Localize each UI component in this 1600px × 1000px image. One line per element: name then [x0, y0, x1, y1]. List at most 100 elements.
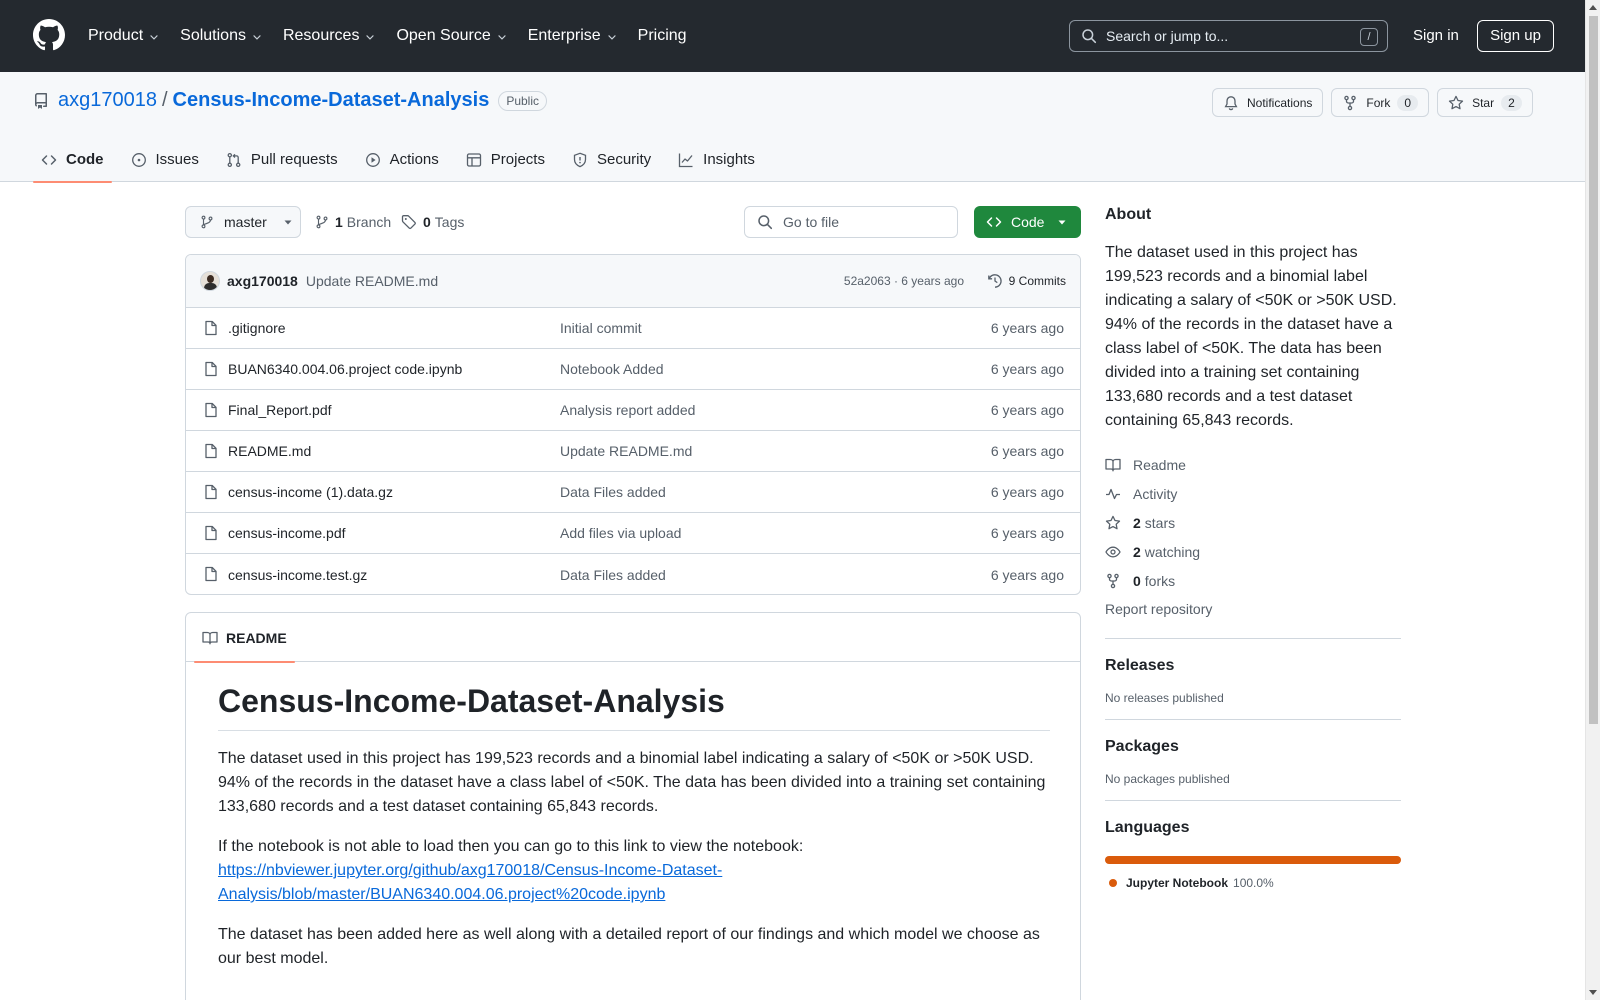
- fork-button[interactable]: Fork 0: [1331, 88, 1430, 117]
- code-dropdown-button[interactable]: Code: [974, 206, 1081, 238]
- tab-actions[interactable]: Actions: [357, 137, 447, 182]
- file-rows: .gitignore Initial commit 6 years ago BUAN6…: [186, 308, 1080, 594]
- nav-product[interactable]: Product: [88, 27, 160, 45]
- file-name[interactable]: Final_Report.pdf: [228, 402, 332, 418]
- file-row[interactable]: census-income (1).data.gz Data Files adde…: [186, 472, 1080, 513]
- search-placeholder: Search or jump to...: [1106, 28, 1229, 44]
- scrollbar-thumb[interactable]: [1589, 16, 1598, 724]
- tab-projects[interactable]: Projects: [458, 137, 553, 182]
- readme-link[interactable]: Readme: [1105, 450, 1401, 479]
- watching-count: 2: [1133, 543, 1141, 560]
- nbviewer-link-line: Analysis/blob/master/BUAN6340.004.06.pro…: [218, 886, 666, 903]
- packages-heading[interactable]: Packages: [1105, 738, 1401, 756]
- readme-title: Census-Income-Dataset-Analysis: [218, 683, 1050, 731]
- releases-heading[interactable]: Releases: [1105, 657, 1401, 675]
- page-scrollbar[interactable]: [1585, 0, 1600, 1000]
- file-name[interactable]: BUAN6340.004.06.project code.ipynb: [228, 361, 462, 377]
- tags-link[interactable]: 0 Tags: [401, 206, 464, 238]
- repo-title: axg170018 / Census-Income-Dataset-Analys…: [33, 89, 548, 112]
- nav-product-label: Product: [88, 27, 144, 44]
- table-icon: [466, 152, 481, 167]
- go-to-file-input[interactable]: Go to file: [744, 206, 958, 238]
- activity-link[interactable]: Activity: [1105, 479, 1401, 508]
- file-commit-message[interactable]: Analysis report added: [560, 402, 695, 418]
- file-row[interactable]: BUAN6340.004.06.project code.ipynb Notebo…: [186, 349, 1080, 390]
- tab-pull-requests[interactable]: Pull requests: [218, 137, 346, 182]
- file-commit-message[interactable]: Update README.md: [560, 443, 692, 459]
- tab-issues[interactable]: Issues: [123, 137, 207, 182]
- file-row[interactable]: Final_Report.pdf Analysis report added 6 y…: [186, 390, 1080, 431]
- chevron-down-icon: [253, 35, 261, 40]
- nav-pricing[interactable]: Pricing: [638, 27, 687, 45]
- file-row[interactable]: census-income.test.gz Data Files added 6 y…: [186, 554, 1080, 594]
- tag-icon: [401, 215, 416, 230]
- branch-selector[interactable]: master: [185, 206, 301, 238]
- star-icon: [1448, 95, 1464, 109]
- file-row[interactable]: census-income.pdf Add files via upload 6 y…: [186, 513, 1080, 554]
- fork-label: Fork: [1366, 95, 1391, 110]
- stars-link[interactable]: 2 stars: [1105, 508, 1401, 537]
- file-commit-message[interactable]: Notebook Added: [560, 361, 664, 377]
- shield-icon: [573, 152, 587, 167]
- nav-resources[interactable]: Resources: [283, 27, 376, 45]
- sign-up-button[interactable]: Sign up: [1477, 20, 1554, 52]
- file-name[interactable]: .gitignore: [228, 320, 286, 336]
- watching-link[interactable]: 2 watching: [1105, 537, 1401, 566]
- chevron-down-icon: [150, 35, 158, 40]
- tab-insights[interactable]: Insights: [670, 137, 763, 182]
- nav-enterprise[interactable]: Enterprise: [528, 27, 618, 45]
- repo-icon: [34, 92, 47, 109]
- repo-name-link[interactable]: Census-Income-Dataset-Analysis: [173, 89, 490, 112]
- nav-solutions[interactable]: Solutions: [180, 27, 263, 45]
- commits-link[interactable]: 9 Commits: [987, 273, 1066, 289]
- nbviewer-link[interactable]: https://nbviewer.jupyter.org/github/axg1…: [218, 862, 722, 903]
- file-name[interactable]: census-income.pdf: [228, 525, 346, 541]
- forks-link[interactable]: 0 forks: [1105, 566, 1401, 595]
- file-row[interactable]: README.md Update README.md 6 years ago: [186, 431, 1080, 472]
- sign-in-link[interactable]: Sign in: [1413, 27, 1459, 44]
- notifications-button[interactable]: Notifications: [1212, 88, 1324, 117]
- file-commit-message[interactable]: Data Files added: [560, 484, 666, 500]
- readme-tab[interactable]: README: [194, 613, 295, 663]
- commit-author[interactable]: axg170018: [227, 273, 298, 289]
- repo-path-separator: /: [161, 89, 168, 111]
- github-logo-icon[interactable]: [33, 19, 65, 51]
- global-search-input[interactable]: Search or jump to... /: [1069, 20, 1388, 52]
- caret-down-icon: [1058, 220, 1066, 225]
- file-age: 6 years ago: [990, 484, 1064, 500]
- tab-code[interactable]: Code: [33, 137, 112, 183]
- caret-down-icon: [284, 220, 292, 225]
- commit-hash-time[interactable]: 52a2063 · 6 years ago: [844, 274, 964, 288]
- file-commit-message[interactable]: Add files via upload: [560, 525, 681, 541]
- repo-owner-link[interactable]: axg170018: [58, 89, 157, 112]
- file-name[interactable]: census-income (1).data.gz: [228, 484, 393, 500]
- language-item[interactable]: Jupyter Notebook 100.0%: [1105, 876, 1401, 890]
- file-name[interactable]: census-income.test.gz: [228, 567, 367, 583]
- fork-icon: [1344, 95, 1357, 110]
- file-icon: [203, 320, 219, 336]
- visibility-badge: Public: [498, 90, 548, 111]
- file-row[interactable]: .gitignore Initial commit 6 years ago: [186, 308, 1080, 349]
- avatar[interactable]: [200, 271, 220, 291]
- branches-link[interactable]: 1 Branch: [315, 206, 391, 238]
- tab-projects-label: Projects: [490, 151, 545, 168]
- tab-security[interactable]: Security: [564, 137, 659, 182]
- branch-count: 1: [335, 214, 343, 230]
- forks-count: 0: [1133, 572, 1141, 589]
- notifications-label: Notifications: [1247, 95, 1313, 110]
- file-commit-message[interactable]: Data Files added: [560, 567, 666, 583]
- file-icon: [203, 484, 219, 500]
- history-icon: [987, 274, 1002, 288]
- readme-tab-label: README: [226, 629, 287, 646]
- nav-open-source[interactable]: Open Source: [396, 27, 507, 45]
- file-name[interactable]: README.md: [228, 443, 311, 459]
- nav-resources-label: Resources: [282, 27, 360, 44]
- report-repository-link[interactable]: Report repository: [1105, 595, 1401, 624]
- file-commit-message[interactable]: Initial commit: [560, 320, 642, 336]
- scroll-down-arrow-icon[interactable]: [1589, 990, 1597, 995]
- latest-commit-bar: axg170018 Update README.md 52a2063 · 6 y…: [186, 255, 1080, 308]
- forks-label: forks: [1144, 572, 1176, 589]
- commit-message[interactable]: Update README.md: [306, 273, 438, 289]
- star-button[interactable]: Star 2: [1437, 88, 1533, 117]
- scroll-up-arrow-icon[interactable]: [1589, 5, 1597, 10]
